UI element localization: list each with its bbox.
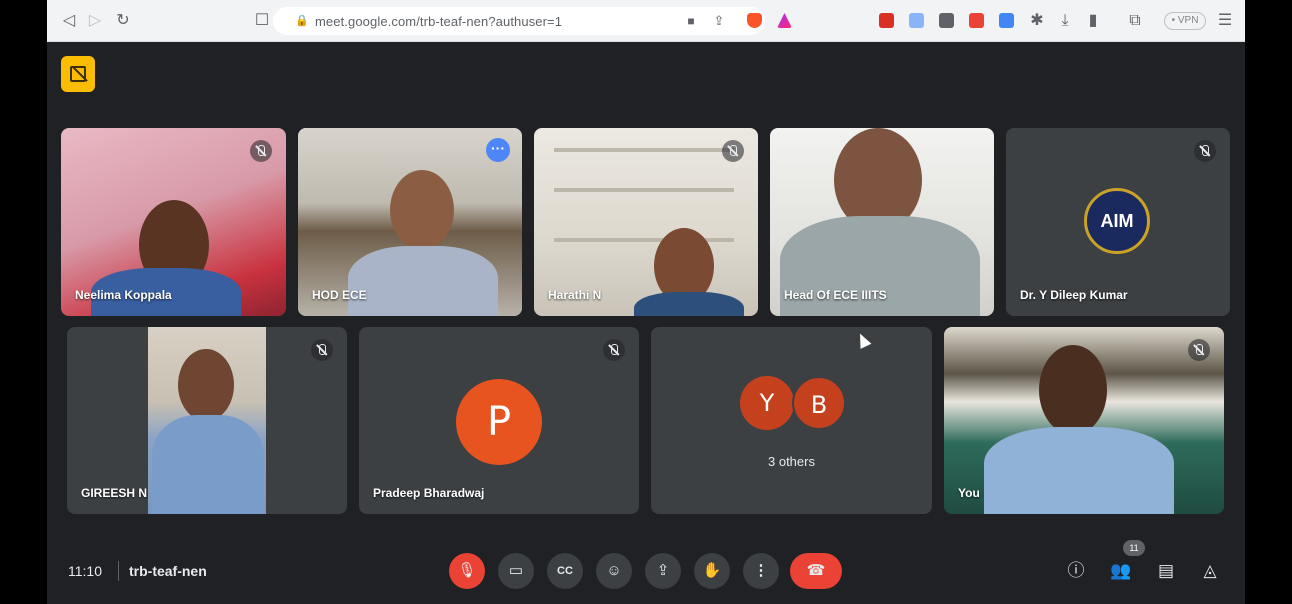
participant-video [944,327,1224,514]
others-avatar: Y [740,376,794,430]
participant-video [148,327,266,514]
activities-icon[interactable]: ◬ [1198,559,1222,583]
participant-tile[interactable]: GIREESH N [67,327,347,514]
camera-button[interactable]: ▭ [498,553,534,589]
url-text: meet.google.com/trb-teaf-nen?authuser=1 [315,14,563,29]
participant-tile[interactable]: You [944,327,1224,514]
brave-shield-icon[interactable] [747,13,762,28]
participant-tile[interactable]: Harathi N [534,128,758,316]
camera-off-badge-icon[interactable] [61,56,95,92]
muted-mic-icon [250,140,272,162]
participant-tile[interactable]: Head Of ECE IIITS [770,128,994,316]
muted-mic-icon [311,339,333,361]
back-icon[interactable]: ◁ [59,11,79,31]
download-icon[interactable]: ⤓ [1055,11,1075,31]
bookmark-icon[interactable]: ☐ [252,11,272,31]
captions-button[interactable]: CC [547,553,583,589]
more-options-icon[interactable]: ··· [486,138,510,162]
logo-text: AIM [1100,211,1134,231]
emoji-reaction-button[interactable]: ☺ [596,553,632,589]
brave-rewards-icon[interactable] [777,13,792,28]
sidebar-icon[interactable]: ▮ [1083,11,1103,31]
wallet-icon[interactable]: ⧉ [1125,11,1145,31]
participant-tile[interactable]: Neelima Koppala [61,128,286,316]
participant-name: Harathi N [548,288,602,302]
participant-name: GIREESH N [81,486,148,500]
more-options-button[interactable]: ⋮ [743,553,779,589]
participant-tile[interactable]: ··· HOD ECE [298,128,522,316]
aim-logo: AIM [1084,188,1150,254]
color-extension-icon[interactable] [969,13,984,28]
muted-mic-icon [1188,339,1210,361]
muted-mic-icon [1194,140,1216,162]
others-tile[interactable]: Y B 3 others [651,327,932,514]
extension-icon[interactable] [939,13,954,28]
meeting-time: 11:10 [68,563,102,579]
participant-avatar: P [456,379,542,465]
participant-name: Head Of ECE IIITS [784,288,887,302]
muted-mic-icon [603,339,625,361]
participant-tile[interactable]: AIM Dr. Y Dileep Kumar [1006,128,1230,316]
menu-icon[interactable]: ☰ [1215,11,1235,31]
leave-call-button[interactable]: ☎ [790,553,842,589]
pdf-extension-icon[interactable] [879,13,894,28]
mic-off-button[interactable]: 🎙 [449,553,485,589]
puzzle-icon[interactable]: ✱ [1027,11,1047,31]
participant-name: You [958,486,980,500]
meeting-code: trb-teaf-nen [129,563,207,579]
others-count-label: 3 others [768,454,815,469]
translate-extension-icon[interactable] [999,13,1014,28]
forward-icon[interactable]: ▷ [85,11,105,31]
browser-window: ◁ ▷ ↻ ☐ 🔒 meet.google.com/trb-teaf-nen?a… [47,0,1245,604]
participant-count-badge: 11 [1123,540,1145,556]
participant-name: HOD ECE [312,288,367,302]
participant-name: Neelima Koppala [75,288,172,302]
present-screen-button[interactable]: ⇪ [645,553,681,589]
divider [118,561,119,581]
chat-icon[interactable]: ▤ [1154,559,1178,583]
muted-mic-icon [722,140,744,162]
browser-toolbar: ◁ ▷ ↻ ☐ 🔒 meet.google.com/trb-teaf-nen?a… [47,0,1245,42]
participant-name: Pradeep Bharadwaj [373,486,485,500]
raise-hand-button[interactable]: ✋ [694,553,730,589]
others-avatar: B [792,376,846,430]
meeting-info-icon[interactable]: ⓘ [1064,559,1088,583]
docs-extension-icon[interactable] [909,13,924,28]
lock-icon: 🔒 [295,15,309,27]
participant-tile[interactable]: P Pradeep Bharadwaj [359,327,639,514]
share-icon[interactable]: ⇪ [709,11,729,31]
reload-icon[interactable]: ↻ [113,11,133,31]
camera-indicator-icon[interactable]: ■ [681,11,701,31]
people-icon[interactable]: 👥 [1109,559,1133,583]
participant-name: Dr. Y Dileep Kumar [1020,288,1128,302]
vpn-button[interactable]: • VPN [1164,12,1206,30]
